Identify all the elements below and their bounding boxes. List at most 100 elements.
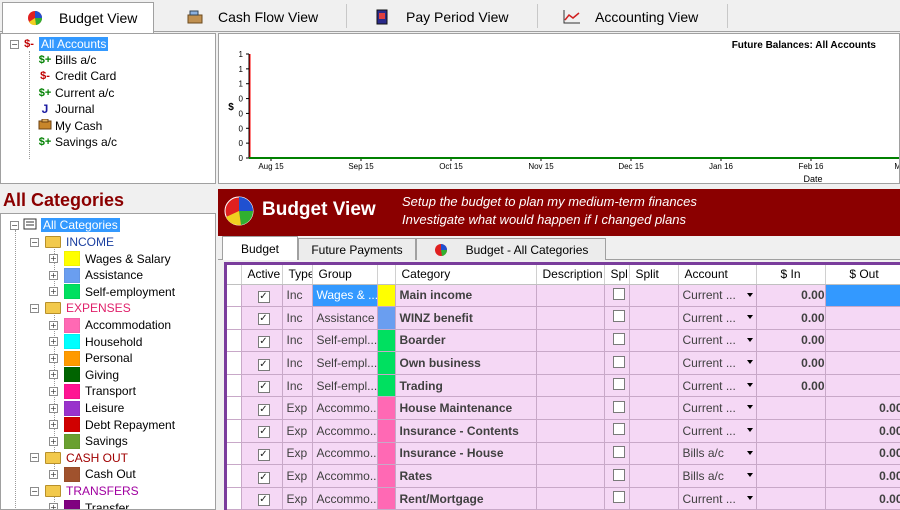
category-item[interactable]: + Transfer: [49, 500, 129, 509]
col-header-type[interactable]: Type: [282, 265, 313, 285]
group-cell[interactable]: Accommo...: [312, 419, 378, 443]
tab-budget[interactable]: Budget: [222, 236, 298, 260]
money-in-cell[interactable]: [756, 487, 826, 510]
row-header-cell[interactable]: [227, 306, 242, 330]
type-cell[interactable]: Inc: [282, 374, 313, 398]
money-in-cell[interactable]: 0.00: [756, 306, 826, 330]
category-cell[interactable]: Boarder: [395, 329, 537, 353]
collapse-icon[interactable]: −: [10, 220, 19, 230]
category-cell[interactable]: Own business: [395, 351, 537, 375]
money-out-cell[interactable]: 0.00: [825, 487, 900, 510]
row-header-cell[interactable]: [227, 351, 242, 375]
group-cell[interactable]: Self-empl...: [312, 374, 378, 398]
money-out-cell[interactable]: [825, 306, 900, 330]
money-out-cell[interactable]: [825, 374, 900, 398]
spl-cell[interactable]: [604, 374, 630, 398]
row-header-cell[interactable]: [227, 442, 242, 466]
dropdown-arrow-icon[interactable]: [746, 315, 753, 320]
tab-accounting-view[interactable]: Accounting View: [563, 2, 723, 31]
tab-budget-all-categories[interactable]: Budget - All Categories: [416, 238, 606, 260]
active-cell[interactable]: ✓: [241, 351, 283, 375]
expand-icon[interactable]: +: [49, 353, 58, 363]
collapse-icon[interactable]: −: [10, 39, 19, 49]
collapse-icon[interactable]: −: [30, 237, 39, 247]
collapse-icon[interactable]: −: [30, 453, 39, 463]
active-cell[interactable]: ✓: [241, 396, 283, 421]
active-checkbox[interactable]: ✓: [257, 381, 270, 394]
group-cell[interactable]: Accommo...: [312, 487, 378, 510]
table-row[interactable]: ✓ Inc Self-empl... Trading Current ... 0.00: [227, 374, 900, 398]
expand-icon[interactable]: +: [49, 420, 58, 430]
split-cell[interactable]: [629, 442, 679, 466]
group-cell[interactable]: Accommo...: [312, 464, 378, 488]
col-header-account[interactable]: Account: [678, 265, 757, 285]
split-cell[interactable]: [629, 351, 679, 375]
type-cell[interactable]: Exp: [282, 419, 313, 443]
split-cell[interactable]: [629, 396, 679, 421]
active-cell[interactable]: ✓: [241, 284, 283, 308]
category-group-transfers[interactable]: − TRANSFERS: [30, 483, 139, 499]
category-cell[interactable]: Trading: [395, 374, 537, 398]
col-header-out[interactable]: $ Out: [825, 265, 900, 285]
money-out-cell[interactable]: [825, 351, 900, 375]
type-cell[interactable]: Inc: [282, 351, 313, 375]
category-item[interactable]: + Wages & Salary: [49, 251, 171, 267]
account-dropdown[interactable]: Current ...: [678, 329, 757, 353]
active-cell[interactable]: ✓: [241, 487, 283, 510]
type-cell[interactable]: Inc: [282, 306, 313, 330]
spl-cell[interactable]: [604, 284, 630, 308]
split-cell[interactable]: [629, 374, 679, 398]
expand-icon[interactable]: +: [49, 254, 58, 264]
spl-checkbox[interactable]: [612, 491, 625, 504]
account-item-savings[interactable]: $+ Savings a/c: [35, 134, 117, 150]
category-group-income[interactable]: − INCOME: [30, 234, 114, 250]
account-item-bills[interactable]: $+ Bills a/c: [35, 52, 97, 68]
table-row[interactable]: ✓ Inc Self-empl... Own business Current ... 0…: [227, 351, 900, 375]
category-group-cash-out[interactable]: − CASH OUT: [30, 450, 128, 466]
expand-icon[interactable]: +: [49, 370, 58, 380]
account-dropdown[interactable]: Current ...: [678, 284, 757, 308]
money-out-cell[interactable]: 0.00: [825, 442, 900, 466]
category-item[interactable]: + Transport: [49, 383, 136, 399]
category-item[interactable]: + Self-employment: [49, 284, 175, 300]
description-cell[interactable]: [536, 284, 605, 308]
category-cell[interactable]: Insurance - Contents: [395, 419, 537, 443]
expand-icon[interactable]: +: [49, 469, 58, 479]
table-row[interactable]: ✓ Inc Wages & ... Main income Current ... 0.0…: [227, 284, 900, 308]
category-cell[interactable]: Rent/Mortgage: [395, 487, 537, 510]
active-checkbox[interactable]: ✓: [257, 403, 270, 416]
money-in-cell[interactable]: [756, 464, 826, 488]
group-cell[interactable]: Self-empl...: [312, 351, 378, 375]
category-group-expenses[interactable]: − EXPENSES: [30, 300, 131, 316]
active-cell[interactable]: ✓: [241, 306, 283, 330]
spl-checkbox[interactable]: [612, 468, 625, 481]
collapse-icon[interactable]: −: [30, 486, 39, 496]
spl-checkbox[interactable]: [612, 378, 625, 391]
spl-cell[interactable]: [604, 487, 630, 510]
table-row[interactable]: ✓ Exp Accommo... Rent/Mortgage Current ... 0.…: [227, 487, 900, 510]
dropdown-arrow-icon[interactable]: [746, 450, 753, 455]
money-in-cell[interactable]: 0.00: [756, 351, 826, 375]
split-cell[interactable]: [629, 464, 679, 488]
description-cell[interactable]: [536, 396, 605, 421]
money-in-cell[interactable]: [756, 442, 826, 466]
table-row[interactable]: ✓ Exp Accommo... Insurance - Contents Curren…: [227, 419, 900, 443]
account-dropdown[interactable]: Current ...: [678, 351, 757, 375]
money-out-cell[interactable]: [825, 329, 900, 353]
table-row[interactable]: ✓ Inc Assistance WINZ benefit Current ... 0.0…: [227, 306, 900, 330]
money-in-cell[interactable]: 0.00: [756, 329, 826, 353]
active-checkbox[interactable]: ✓: [257, 335, 270, 348]
col-header-in[interactable]: $ In: [756, 265, 826, 285]
category-cell[interactable]: Main income: [395, 284, 537, 308]
tab-future-payments[interactable]: Future Payments: [298, 238, 416, 260]
account-dropdown[interactable]: Current ...: [678, 306, 757, 330]
money-in-cell[interactable]: 0.00: [756, 284, 826, 308]
spl-cell[interactable]: [604, 442, 630, 466]
table-row[interactable]: ✓ ExpAccommo... Rates Bills a/c 0.00: [227, 464, 900, 488]
expand-icon[interactable]: +: [49, 270, 58, 280]
active-checkbox[interactable]: ✓: [257, 313, 270, 326]
account-dropdown[interactable]: Current ...: [678, 487, 757, 510]
account-item-my-cash[interactable]: My Cash: [35, 118, 102, 134]
active-cell[interactable]: ✓: [241, 419, 283, 443]
active-checkbox[interactable]: ✓: [257, 358, 270, 371]
